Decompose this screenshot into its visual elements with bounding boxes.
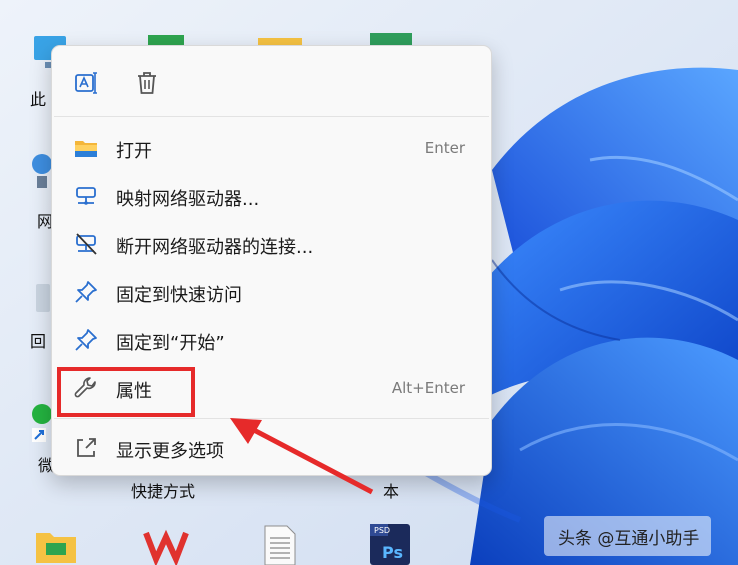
desktop: 此 网 回 微 快捷方式 本 PSD Ps 打开 Enter 映射网络驱动器..… [0,0,738,565]
watermark-text: 头条 @互通小助手 [558,528,700,549]
annotation-arrow [230,418,374,495]
watermark: 头条 @互通小助手 [544,516,712,556]
